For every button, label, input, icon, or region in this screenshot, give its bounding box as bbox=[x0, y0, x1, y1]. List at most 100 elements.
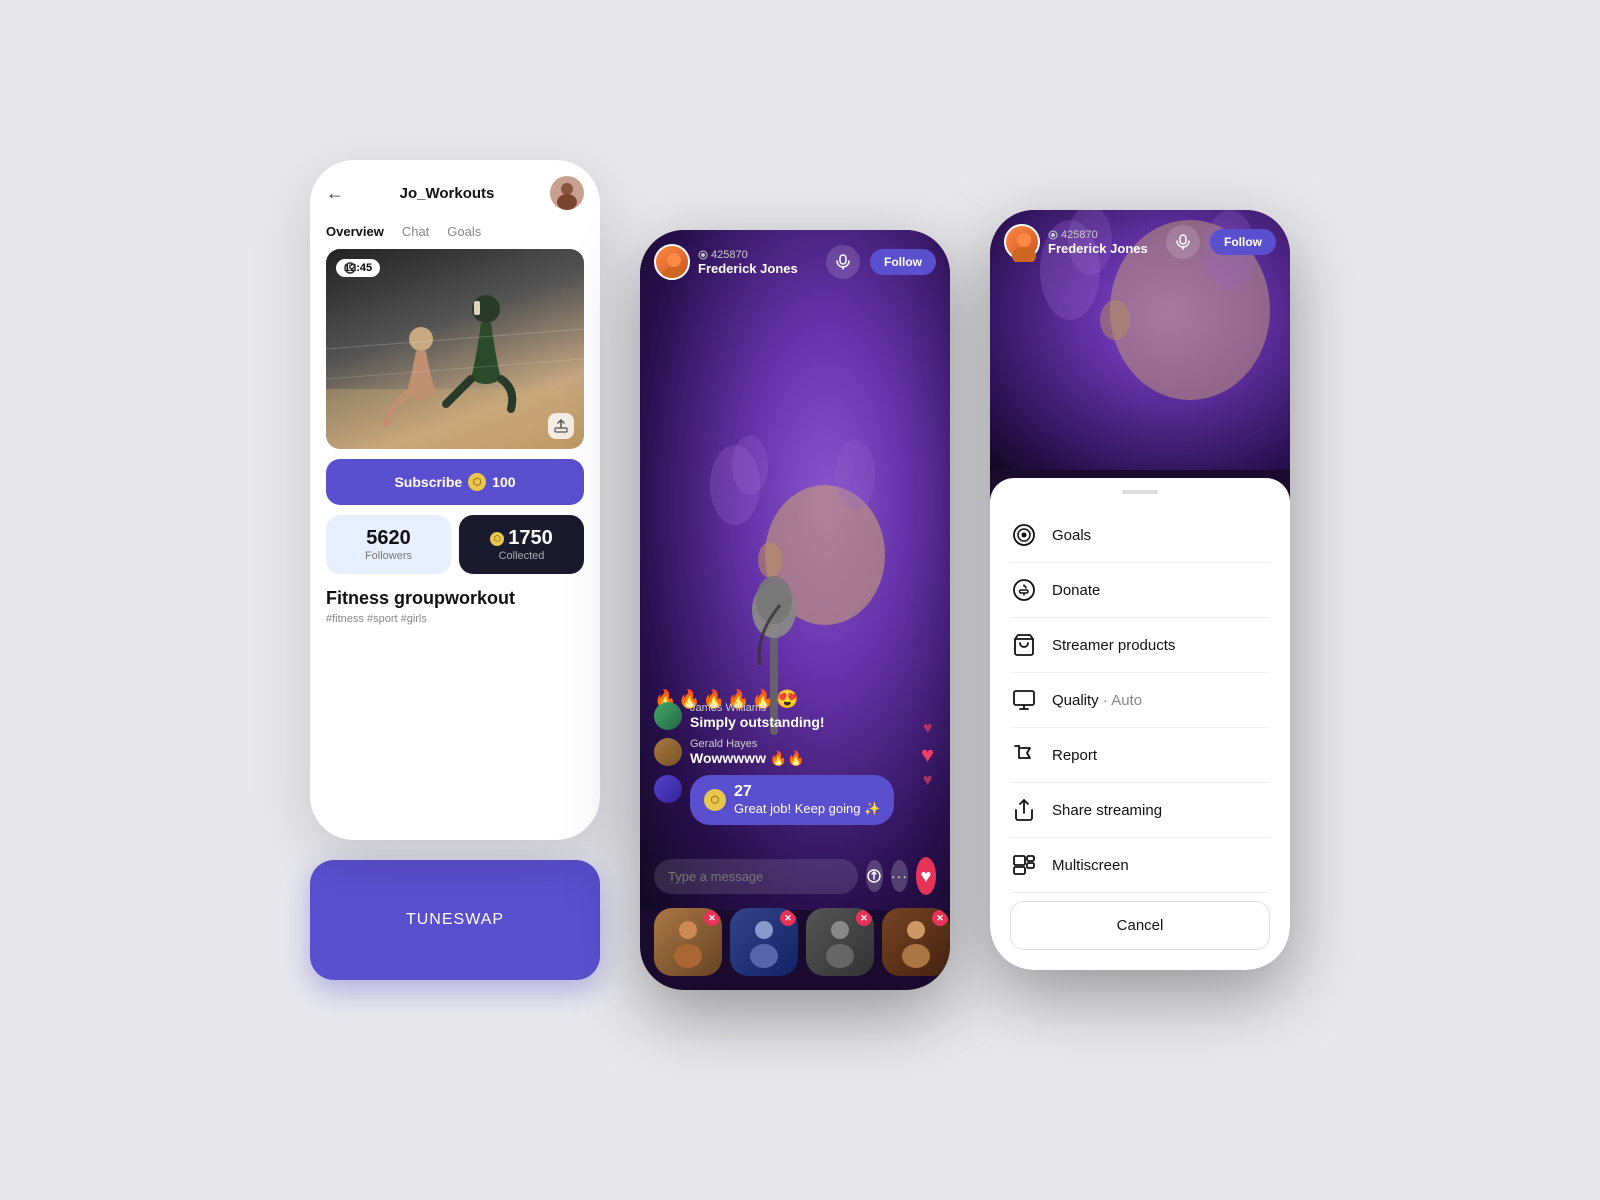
followers-count: 5620 bbox=[366, 527, 411, 550]
tuneswap-brand2: SWAP bbox=[454, 911, 505, 928]
chat-username-2: Gerald Hayes bbox=[690, 738, 805, 750]
quality-label: Quality · Auto bbox=[1052, 692, 1142, 709]
channel-thumbnails: ✕ ✕ ✕ ✕ bbox=[654, 908, 936, 976]
mic-button[interactable] bbox=[826, 245, 860, 279]
send-button[interactable] bbox=[866, 860, 883, 892]
tuneswap-brand1: TUNE bbox=[406, 911, 454, 928]
workout-video: 12:45 bbox=[326, 249, 584, 449]
thumb-3[interactable]: ✕ bbox=[806, 908, 874, 976]
donate-icon bbox=[1010, 576, 1038, 604]
phone2-header-right: Follow bbox=[826, 245, 936, 279]
collected-label: Collected bbox=[499, 550, 545, 562]
tuneswap-card: TUNESWAP bbox=[310, 860, 600, 980]
chat-message-coin: ⬡ 27 Great job! Keep going ✨ bbox=[654, 775, 936, 825]
report-label: Report bbox=[1052, 747, 1097, 764]
report-icon bbox=[1010, 741, 1038, 769]
back-button[interactable]: ← bbox=[326, 183, 344, 204]
chat-username-1: James Williams bbox=[690, 702, 825, 714]
followers-label: Followers bbox=[365, 550, 412, 562]
streamer-avatar bbox=[654, 244, 690, 280]
phone-stream-menu: 425870 Frederick Jones Follow Goals bbox=[990, 210, 1290, 970]
viewer-count: 425870 bbox=[698, 249, 798, 261]
phone3-streamer-name: Frederick Jones bbox=[1048, 241, 1148, 256]
chat-text-2: Wowwwww 🔥🔥 bbox=[690, 750, 805, 767]
share-label: Share streaming bbox=[1052, 802, 1162, 819]
streamer-meta: 425870 Frederick Jones bbox=[698, 249, 798, 276]
chat-text-1: Simply outstanding! bbox=[690, 714, 825, 730]
menu-drag-handle bbox=[1122, 490, 1158, 494]
chat-avatar-coin bbox=[654, 775, 682, 803]
followers-stat: 5620 Followers bbox=[326, 515, 451, 574]
phone3-follow-button[interactable]: Follow bbox=[1210, 229, 1276, 255]
thumb-close-2[interactable]: ✕ bbox=[780, 910, 796, 926]
products-label: Streamer products bbox=[1052, 637, 1175, 654]
like-button[interactable]: ♥ bbox=[916, 857, 936, 895]
tab-goals[interactable]: Goals bbox=[447, 224, 481, 239]
phone3-streamer-info: 425870 Frederick Jones bbox=[1004, 224, 1148, 260]
message-input[interactable] bbox=[654, 859, 858, 894]
menu-item-multiscreen[interactable]: Multiscreen bbox=[1010, 838, 1270, 893]
phone1-header: ← Jo_Workouts bbox=[326, 176, 584, 210]
menu-item-report[interactable]: Report bbox=[1010, 728, 1270, 783]
coin-message-icon: ⬡ bbox=[704, 789, 726, 811]
multiscreen-label: Multiscreen bbox=[1052, 857, 1129, 874]
phone3-streamer-avatar bbox=[1004, 224, 1040, 260]
phone2-stream-header: 425870 Frederick Jones Follow bbox=[654, 244, 936, 280]
streamer-info: 425870 Frederick Jones bbox=[654, 244, 798, 280]
phone1-title: Jo_Workouts bbox=[400, 185, 495, 202]
menu-item-share[interactable]: Share streaming bbox=[1010, 783, 1270, 838]
right-column: 425870 Frederick Jones Follow Goals bbox=[990, 210, 1290, 970]
left-column: ← Jo_Workouts Overview Chat Goals bbox=[310, 160, 600, 980]
products-icon bbox=[1010, 631, 1038, 659]
goals-icon bbox=[1010, 521, 1038, 549]
cancel-button[interactable]: Cancel bbox=[1010, 901, 1270, 950]
phone2-follow-button[interactable]: Follow bbox=[870, 249, 936, 275]
chat-message-2: Gerald Hayes Wowwwww 🔥🔥 bbox=[654, 738, 936, 767]
phone-streaming: 425870 Frederick Jones Follow 🔥🔥🔥🔥🔥😍 ♥ ♥… bbox=[640, 230, 950, 990]
chat-avatar-2 bbox=[654, 738, 682, 766]
workout-title: Fitness groupworkout bbox=[326, 588, 584, 609]
stats-row: 5620 Followers ⬡ 1750 Collected bbox=[326, 515, 584, 574]
subscribe-button[interactable]: Subscribe ⬡ 100 bbox=[326, 459, 584, 505]
thumb-4[interactable]: ✕ bbox=[882, 908, 950, 976]
coin-text: Great job! Keep going ✨ bbox=[734, 801, 880, 817]
thumb-close-4[interactable]: ✕ bbox=[932, 910, 948, 926]
thumb-1[interactable]: ✕ bbox=[654, 908, 722, 976]
time-badge: 12:45 bbox=[336, 259, 380, 277]
tab-bar: Overview Chat Goals bbox=[326, 224, 584, 239]
user-avatar[interactable] bbox=[550, 176, 584, 210]
subscribe-label: Subscribe bbox=[394, 474, 462, 490]
quality-icon bbox=[1010, 686, 1038, 714]
menu-item-goals[interactable]: Goals bbox=[1010, 508, 1270, 563]
chat-message-1: James Williams Simply outstanding! bbox=[654, 702, 936, 730]
more-options-button[interactable]: ··· bbox=[891, 860, 908, 892]
streamer-name: Frederick Jones bbox=[698, 261, 798, 276]
thumb-2[interactable]: ✕ bbox=[730, 908, 798, 976]
thumb-close-3[interactable]: ✕ bbox=[856, 910, 872, 926]
message-input-row: ··· ♥ bbox=[654, 857, 936, 895]
upload-icon[interactable] bbox=[548, 413, 574, 439]
tab-overview[interactable]: Overview bbox=[326, 224, 384, 239]
tab-chat[interactable]: Chat bbox=[402, 224, 429, 239]
multiscreen-icon bbox=[1010, 851, 1038, 879]
thumb-close-1[interactable]: ✕ bbox=[704, 910, 720, 926]
tuneswap-logo: TUNESWAP bbox=[406, 911, 504, 929]
stream-menu-sheet: Goals Donate Streamer products bbox=[990, 478, 1290, 970]
goals-label: Goals bbox=[1052, 527, 1091, 544]
donate-label: Donate bbox=[1052, 582, 1100, 599]
workout-tags: #fitness #sport #girls bbox=[326, 613, 584, 625]
collected-count: 1750 bbox=[508, 527, 553, 550]
menu-item-quality[interactable]: Quality · Auto bbox=[1010, 673, 1270, 728]
phone3-mic-button[interactable] bbox=[1166, 225, 1200, 259]
chat-avatar-1 bbox=[654, 702, 682, 730]
chat-messages: James Williams Simply outstanding! Geral… bbox=[654, 702, 936, 825]
menu-item-donate[interactable]: Donate bbox=[1010, 563, 1270, 618]
collected-stat: ⬡ 1750 Collected bbox=[459, 515, 584, 574]
phone3-header: 425870 Frederick Jones Follow bbox=[1004, 224, 1276, 260]
coin-message: ⬡ 27 Great job! Keep going ✨ bbox=[690, 775, 894, 825]
phone3-streamer-meta: 425870 Frederick Jones bbox=[1048, 229, 1148, 256]
collected-coin-icon: ⬡ bbox=[490, 532, 504, 546]
coin-icon: ⬡ bbox=[468, 473, 486, 491]
menu-item-products[interactable]: Streamer products bbox=[1010, 618, 1270, 673]
phone3-viewer-count: 425870 bbox=[1048, 229, 1148, 241]
